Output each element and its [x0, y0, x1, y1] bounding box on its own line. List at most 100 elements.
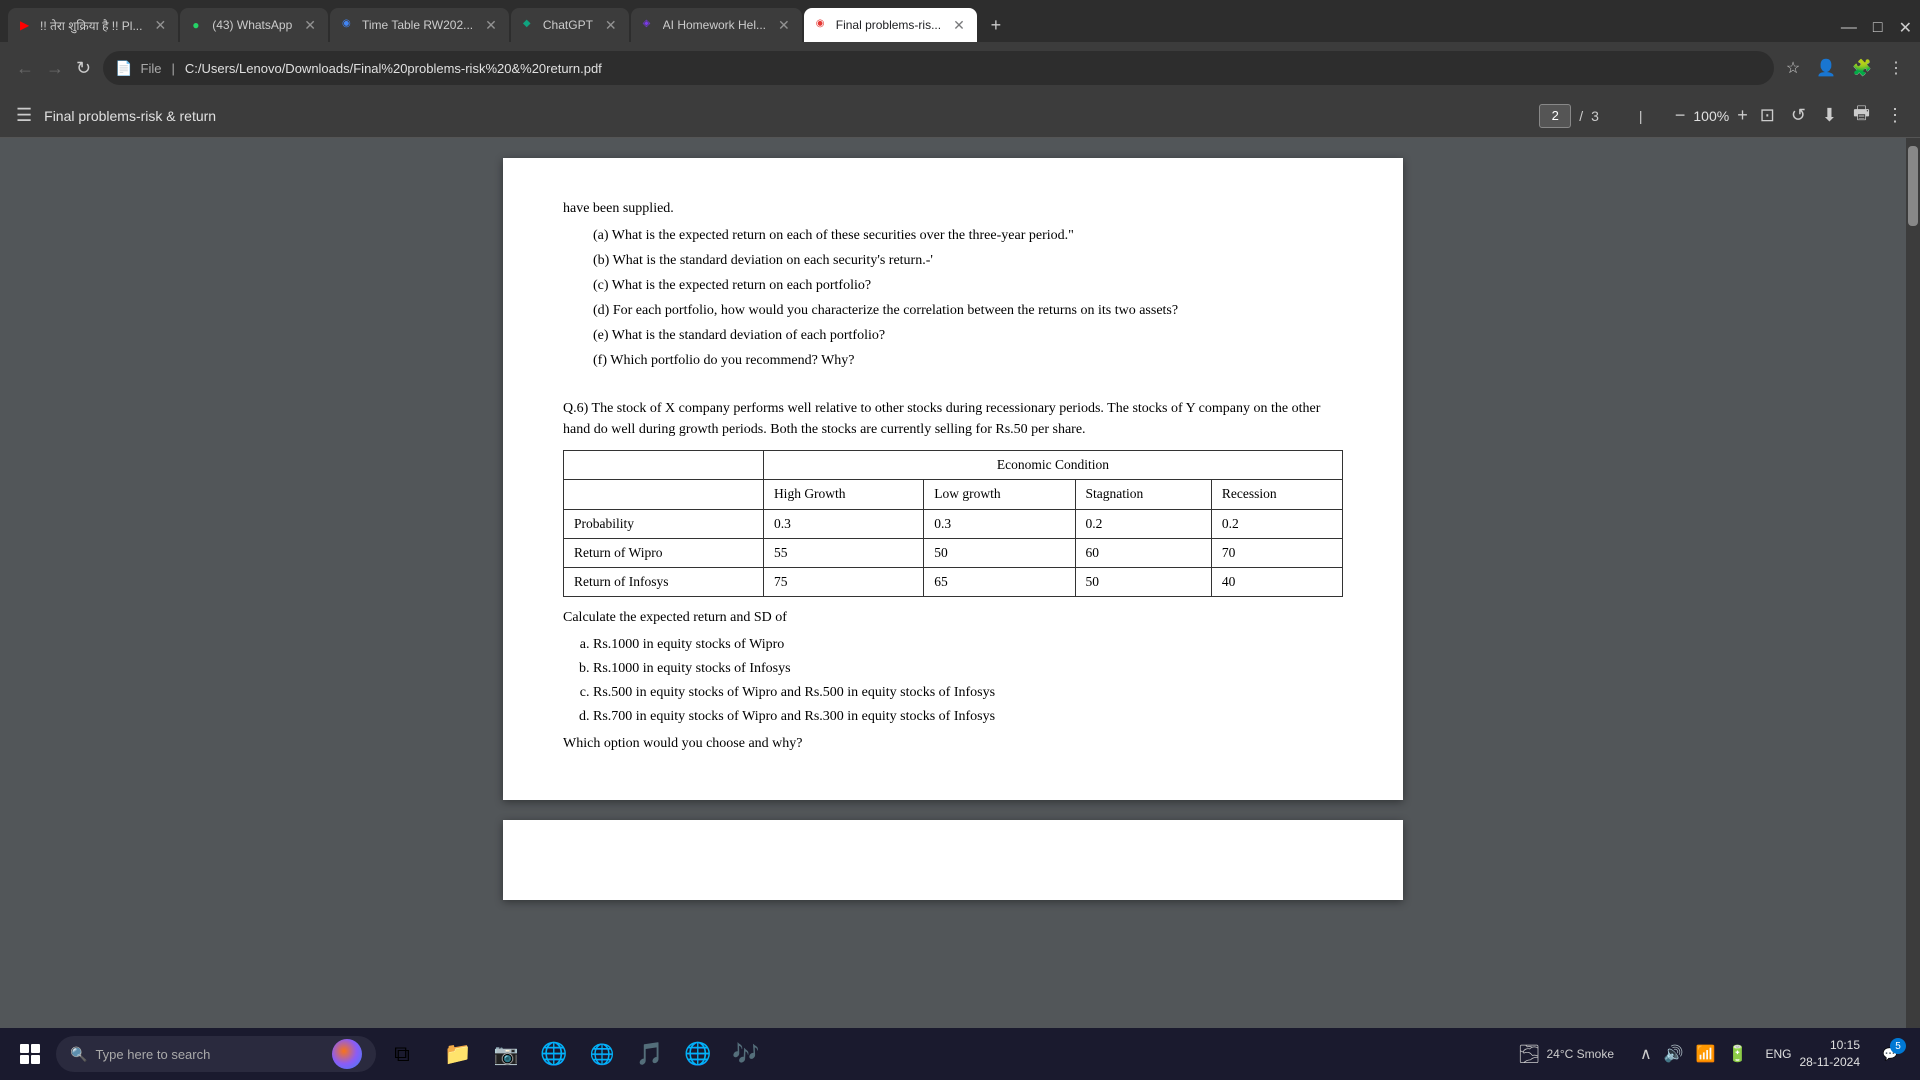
pdf-favicon: ◉ — [816, 18, 830, 32]
rotate-button[interactable]: ↺ — [1791, 105, 1806, 126]
taskbar-pinned-apps: 📁 📷 🌐 🌐 🎵 🌐 🎶 — [436, 1032, 768, 1076]
tab-youtube[interactable]: ▶ !! तेरा शुक्रिया है !! Pl... ✕ — [8, 8, 178, 42]
battery-icon[interactable]: 🔋 — [1728, 1044, 1748, 1064]
system-tray: ∧ 🔊 📶 🔋 — [1630, 1044, 1757, 1064]
taskbar-app-chrome[interactable]: 🌐 — [532, 1032, 576, 1076]
zoom-out-button[interactable]: − — [1675, 105, 1686, 126]
task-view-icon: ⧉ — [394, 1041, 410, 1067]
download-button[interactable]: ⬇ — [1822, 105, 1837, 126]
col-stagnation: Stagnation — [1075, 480, 1211, 509]
tab-youtube-title: !! तेरा शुक्रिया है !! Pl... — [40, 17, 142, 34]
scroll-indicator[interactable] — [1906, 138, 1920, 1080]
tab-timetable[interactable]: ◉ Time Table RW202... ✕ — [330, 8, 509, 42]
bookmark-icon[interactable]: ☆ — [1786, 58, 1800, 78]
date-display: 28-11-2024 — [1800, 1054, 1861, 1071]
volume-icon[interactable]: 🔊 — [1664, 1044, 1684, 1064]
whatsapp-favicon: ● — [192, 18, 206, 32]
tab-chatgpt-close[interactable]: ✕ — [605, 17, 617, 34]
file-explorer-icon: 📁 — [444, 1041, 471, 1067]
extensions-icon[interactable]: 🧩 — [1852, 58, 1872, 78]
close-button[interactable]: ✕ — [1899, 18, 1912, 38]
forward-button[interactable]: → — [46, 58, 64, 79]
col-low-growth: Low growth — [924, 480, 1075, 509]
spotify-icon: 🎵 — [636, 1041, 663, 1067]
tab-chatgpt[interactable]: ◆ ChatGPT ✕ — [511, 8, 629, 42]
page-separator: / — [1579, 108, 1583, 124]
cortana-orb — [332, 1039, 362, 1069]
q-item-f: (f) Which portfolio do you recommend? Wh… — [583, 350, 1343, 371]
wipro-rc: 70 — [1211, 538, 1342, 567]
notification-button[interactable]: 💬 5 — [1868, 1032, 1912, 1076]
taskbar-app-file-explorer[interactable]: 📁 — [436, 1032, 480, 1076]
total-pages: 3 — [1591, 108, 1599, 124]
tab-pdf-close[interactable]: ✕ — [953, 17, 965, 34]
start-button[interactable] — [8, 1032, 52, 1076]
chrome-canary-icon: 🌐 — [590, 1042, 615, 1067]
tab-whatsapp-close[interactable]: ✕ — [304, 17, 316, 34]
table-row-wipro: Return of Wipro 55 50 60 70 — [564, 538, 1343, 567]
calc-option-a: Rs.1000 in equity stocks of Wipro — [593, 634, 1343, 655]
network-icon[interactable]: 📶 — [1696, 1044, 1716, 1064]
zoom-controls: | − 100% + — [1631, 105, 1748, 126]
hamburger-menu[interactable]: ☰ — [16, 105, 32, 126]
scroll-thumb[interactable] — [1908, 146, 1918, 226]
infosys-hg: 75 — [763, 568, 923, 597]
more-options-button[interactable]: ⋮ — [1886, 105, 1904, 126]
calc-option-b: Rs.1000 in equity stocks of Infosys — [593, 658, 1343, 679]
fit-page-button[interactable]: ⊡ — [1760, 105, 1775, 126]
weather-widget[interactable]: 🌫 24°C Smoke — [1510, 1044, 1622, 1065]
task-view-button[interactable]: ⧉ — [380, 1032, 424, 1076]
tab-ai-title: AI Homework Hel... — [663, 18, 766, 32]
taskbar-app-instagram[interactable]: 📷 — [484, 1032, 528, 1076]
browser-window-controls: — □ ✕ — [1841, 18, 1912, 42]
reload-button[interactable]: ↻ — [76, 58, 91, 79]
pdf-viewer[interactable]: have been supplied. (a) What is the expe… — [0, 138, 1906, 1080]
q-item-e: (e) What is the standard deviation of ea… — [583, 325, 1343, 346]
new-tab-button[interactable]: + — [979, 8, 1013, 42]
maximize-button[interactable]: □ — [1873, 19, 1883, 37]
tab-whatsapp[interactable]: ● (43) WhatsApp ✕ — [180, 8, 328, 42]
notification-badge: 5 — [1890, 1038, 1906, 1054]
q-item-b: (b) What is the standard deviation on ea… — [583, 250, 1343, 271]
tab-youtube-close[interactable]: ✕ — [154, 17, 166, 34]
zoom-in-button[interactable]: + — [1737, 105, 1748, 126]
q-item-d: (d) For each portfolio, how would you ch… — [583, 300, 1343, 321]
minimize-button[interactable]: — — [1841, 19, 1857, 37]
tab-pdf-title: Final problems-ris... — [836, 18, 941, 32]
taskbar-app-spotify-2[interactable]: 🎶 — [724, 1032, 768, 1076]
tab-pdf[interactable]: ◉ Final problems-ris... ✕ — [804, 8, 977, 42]
tray-expand-icon[interactable]: ∧ — [1640, 1044, 1652, 1064]
zoom-value: 100% — [1693, 108, 1729, 124]
search-placeholder: Type here to search — [95, 1047, 210, 1062]
address-bar-actions: ☆ 👤 🧩 ⋮ — [1786, 58, 1904, 78]
url-text: C:/Users/Lenovo/Downloads/Final%20proble… — [185, 61, 602, 76]
row-label-wipro: Return of Wipro — [564, 538, 764, 567]
chatgpt-favicon: ◆ — [523, 18, 537, 32]
language-indicator: ENG — [1765, 1047, 1791, 1061]
col-recession: Recession — [1211, 480, 1342, 509]
taskbar-app-spotify[interactable]: 🎵 — [628, 1032, 672, 1076]
profile-icon[interactable]: 👤 — [1816, 58, 1836, 78]
tab-whatsapp-title: (43) WhatsApp — [212, 18, 292, 32]
page-number-input[interactable] — [1539, 104, 1571, 128]
row-label-probability: Probability — [564, 509, 764, 538]
clock[interactable]: 10:15 28-11-2024 — [1800, 1037, 1861, 1071]
back-button[interactable]: ← — [16, 58, 34, 79]
spotify-2-icon: 🎶 — [732, 1041, 759, 1067]
infosys-lg: 65 — [924, 568, 1075, 597]
tab-ai-close[interactable]: ✕ — [778, 17, 790, 34]
url-input[interactable]: 📄 File | C:/Users/Lenovo/Downloads/Final… — [103, 51, 1774, 85]
print-button[interactable]: 🖶 — [1853, 101, 1870, 131]
taskbar-app-chrome-2[interactable]: 🌐 — [676, 1032, 720, 1076]
probability-rc: 0.2 — [1211, 509, 1342, 538]
tab-ai-homework[interactable]: ◈ AI Homework Hel... ✕ — [631, 8, 802, 42]
taskbar-search[interactable]: 🔍 Type here to search — [56, 1036, 376, 1072]
menu-icon[interactable]: ⋮ — [1888, 58, 1904, 78]
probability-lg: 0.3 — [924, 509, 1075, 538]
time-display: 10:15 — [1800, 1037, 1861, 1054]
taskbar-app-chrome-canary[interactable]: 🌐 — [580, 1032, 624, 1076]
tab-timetable-close[interactable]: ✕ — [485, 17, 497, 34]
youtube-favicon: ▶ — [20, 18, 34, 32]
pdf-right-controls: ⊡ ↺ ⬇ 🖶 ⋮ — [1760, 101, 1904, 131]
timetable-favicon: ◉ — [342, 18, 356, 32]
